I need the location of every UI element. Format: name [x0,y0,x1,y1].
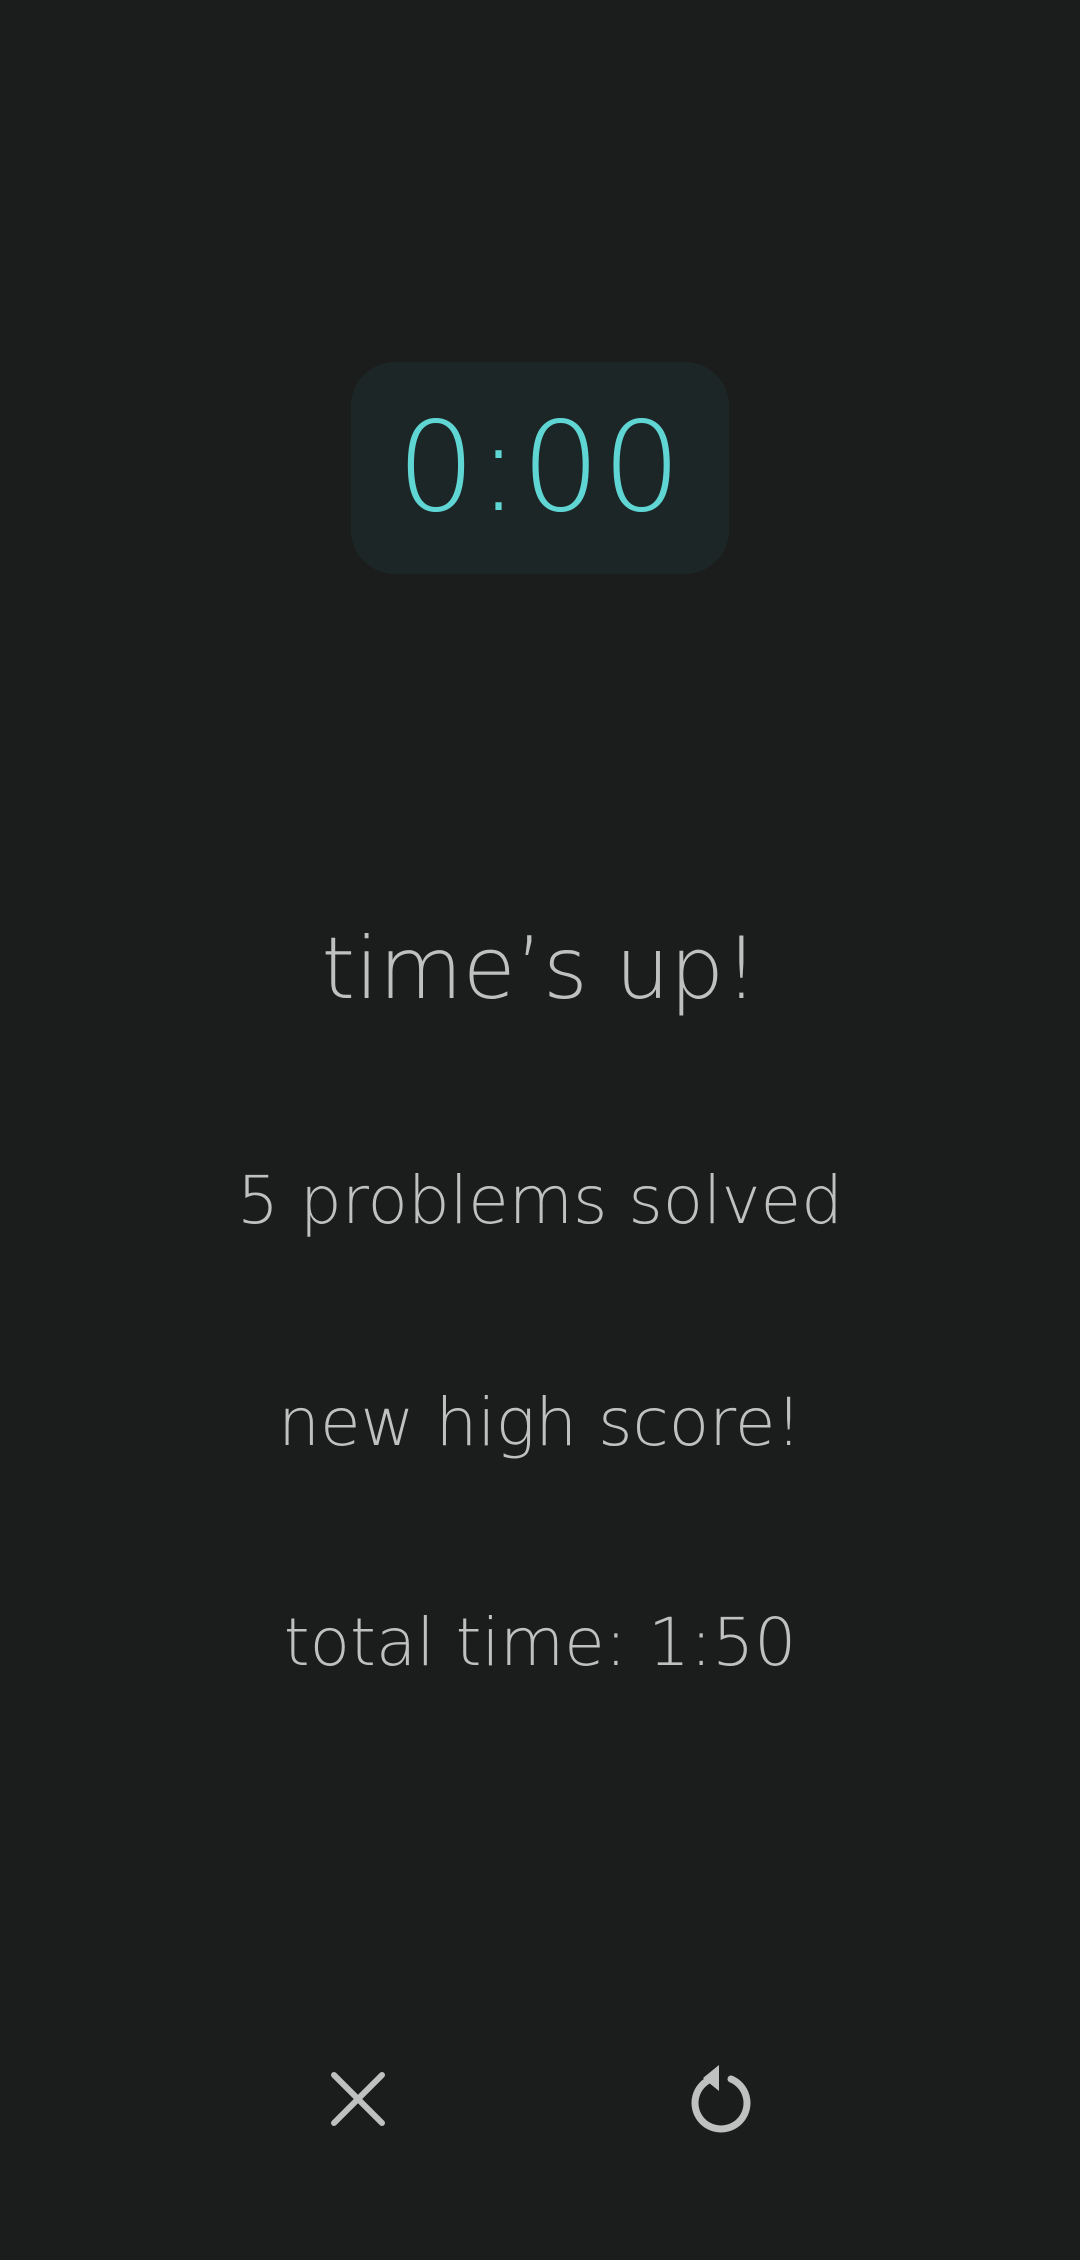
high-score-text: new high score! [278,1384,802,1461]
times-up-heading: time’s up! [321,919,759,1019]
timer-display: 0:00 [351,362,729,574]
restart-button[interactable] [661,2039,781,2159]
timer-text: 0:00 [396,396,684,540]
close-icon [331,2072,385,2126]
problems-solved-text: 5 problems solved [236,1162,844,1239]
total-time-text: total time: 1:50 [283,1604,797,1681]
close-button[interactable] [298,2039,418,2159]
restart-icon [691,2065,751,2133]
